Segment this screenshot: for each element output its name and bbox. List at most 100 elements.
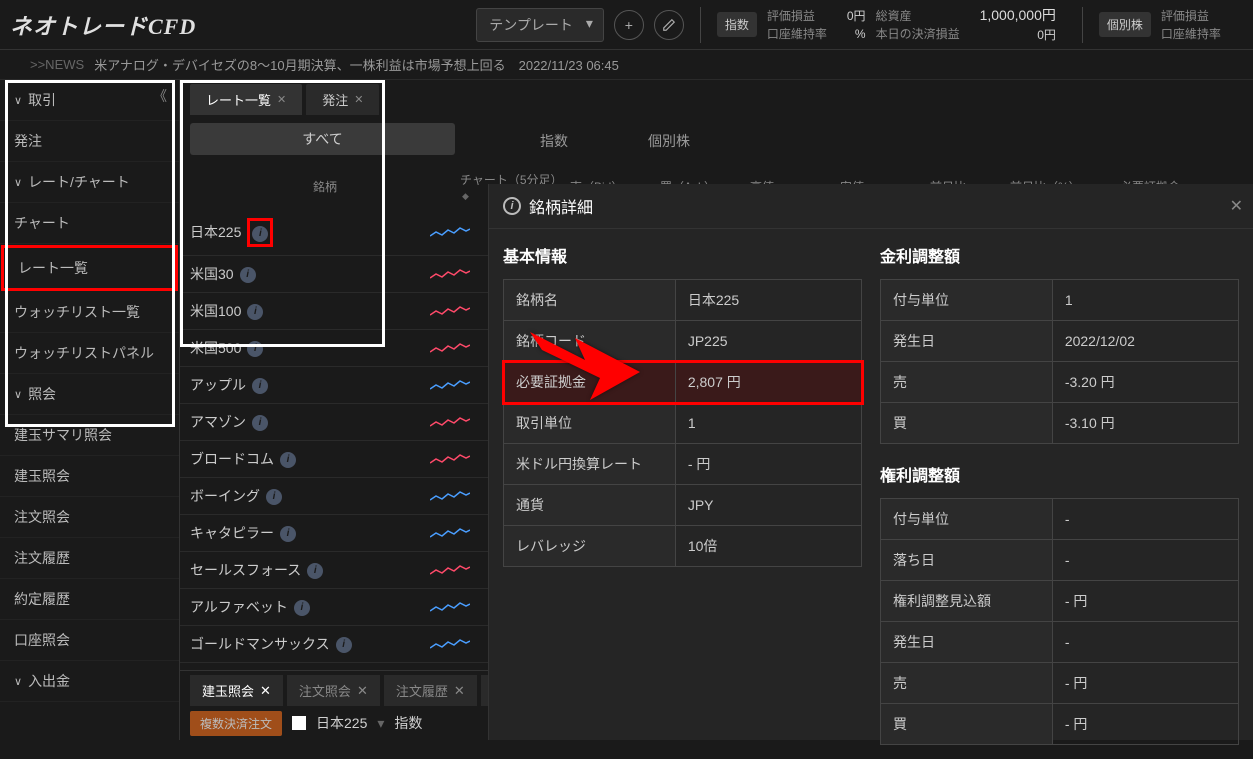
sparkline-icon: [430, 451, 470, 467]
sidebar-deposit[interactable]: ∨入出金: [0, 661, 179, 702]
chevron-down-icon: ∨: [14, 388, 22, 401]
stock-tag[interactable]: 個別株: [1099, 12, 1151, 37]
sidebar-pos-inq[interactable]: 建玉照会: [0, 456, 179, 497]
info-icon[interactable]: i: [252, 415, 268, 431]
symbol-detail-panel: i 銘柄詳細 ✕ 基本情報 銘柄名日本225銘柄コードJP225必要証拠金2,8…: [488, 184, 1253, 740]
filter-stock[interactable]: 個別株: [638, 127, 700, 155]
row-key: 落ち日: [881, 540, 1053, 581]
info-icon[interactable]: i: [240, 267, 256, 283]
sidebar-chart[interactable]: チャート: [0, 203, 179, 244]
close-icon[interactable]: ✕: [357, 683, 368, 699]
pl-label: 評価損益: [767, 7, 827, 25]
tab-order[interactable]: 発注✕: [306, 84, 379, 115]
table-row: 買-3.10 円: [881, 403, 1239, 444]
close-icon[interactable]: ✕: [1230, 196, 1243, 216]
add-button[interactable]: +: [614, 10, 644, 40]
sparkline-icon: [430, 562, 470, 578]
info-icon[interactable]: i: [266, 489, 282, 505]
tab-rate-list[interactable]: レート一覧✕: [190, 84, 302, 115]
row-value: 1: [1052, 280, 1238, 321]
row-key: 買: [881, 704, 1053, 745]
checkbox[interactable]: [292, 716, 306, 730]
sidebar-order[interactable]: 発注: [0, 121, 179, 162]
col-name[interactable]: 銘柄: [190, 178, 460, 195]
info-icon[interactable]: i: [280, 526, 296, 542]
close-icon[interactable]: ✕: [260, 683, 271, 699]
info-icon[interactable]: i: [294, 600, 310, 616]
sparkline-icon: [430, 599, 470, 615]
chevron-down-icon: ∨: [14, 675, 22, 688]
close-icon[interactable]: ✕: [454, 683, 465, 699]
close-icon[interactable]: ✕: [354, 93, 363, 106]
rights-heading: 権利調整額: [880, 462, 1239, 486]
annotation-arrow: [530, 320, 640, 403]
template-select[interactable]: テンプレート: [476, 8, 604, 42]
sort-icon: ◆: [462, 191, 469, 201]
row-value: 1: [675, 403, 861, 444]
row-value: JPY: [675, 485, 861, 526]
table-row: 発生日2022/12/02: [881, 321, 1239, 362]
row-key: 通貨: [504, 485, 676, 526]
sidebar-exec-hist[interactable]: 約定履歴: [0, 579, 179, 620]
info-icon[interactable]: i: [307, 563, 323, 579]
table-row: 落ち日-: [881, 540, 1239, 581]
rate-name-label: 米国500: [190, 338, 241, 358]
sidebar-rate-list[interactable]: レート一覧: [1, 245, 178, 291]
row-value: -3.20 円: [1052, 362, 1238, 403]
sidebar-inquiry[interactable]: ∨照会: [0, 374, 179, 415]
row-value: -: [1052, 540, 1238, 581]
info-icon[interactable]: i: [280, 452, 296, 468]
row-value: 10倍: [675, 526, 861, 567]
sidebar-order-hist[interactable]: 注文履歴: [0, 538, 179, 579]
rate-name-label: 米国30: [190, 264, 234, 284]
rights-table: 付与単位-落ち日-権利調整見込額- 円発生日-売- 円買- 円: [880, 498, 1239, 745]
table-row: 買- 円: [881, 704, 1239, 745]
row-value: - 円: [1052, 581, 1238, 622]
row-value: - 円: [1052, 663, 1238, 704]
info-icon[interactable]: i: [247, 304, 263, 320]
row-value: JP225: [675, 321, 861, 362]
sidebar: 《 ∨取引 発注 ∨レート/チャート チャート レート一覧 ウォッチリスト一覧 …: [0, 80, 180, 740]
rate-name-label: ブロードコム: [190, 449, 274, 469]
sidebar-watchpanel[interactable]: ウォッチリストパネル: [0, 333, 179, 374]
news-prefix: >>NEWS: [30, 57, 84, 72]
sidebar-rate-chart[interactable]: ∨レート/チャート: [0, 162, 179, 203]
filter-index[interactable]: 指数: [530, 127, 578, 155]
info-icon[interactable]: i: [252, 378, 268, 394]
row-value: - 円: [1052, 704, 1238, 745]
index-tag[interactable]: 指数: [717, 12, 757, 37]
info-icon[interactable]: i: [247, 341, 263, 357]
btab-pos-inq[interactable]: 建玉照会✕: [190, 675, 283, 706]
sidebar-watchlist[interactable]: ウォッチリスト一覧: [0, 292, 179, 333]
row-key: 付与単位: [881, 499, 1053, 540]
sparkline-icon: [430, 488, 470, 504]
rate-name-label: アップル: [190, 375, 246, 395]
info-icon[interactable]: i: [336, 637, 352, 653]
row-key: 銘柄名: [504, 280, 676, 321]
info-icon[interactable]: i: [252, 226, 268, 242]
row-key: 権利調整見込額: [881, 581, 1053, 622]
interest-heading: 金利調整額: [880, 243, 1239, 267]
sidebar-pos-summary[interactable]: 建玉サマリ照会: [0, 415, 179, 456]
sidebar-order-inq[interactable]: 注文照会: [0, 497, 179, 538]
row-value: 2022/12/02: [1052, 321, 1238, 362]
rate-name-label: 日本225: [190, 222, 241, 242]
table-row: 付与単位-: [881, 499, 1239, 540]
btab-order-hist[interactable]: 注文履歴✕: [384, 675, 477, 706]
btab-order-inq[interactable]: 注文照会✕: [287, 675, 380, 706]
maint-value: %: [855, 25, 866, 43]
bottom-type: 指数: [394, 713, 422, 733]
sparkline-icon: [430, 525, 470, 541]
filter-all[interactable]: すべて: [190, 123, 455, 155]
edit-button[interactable]: [654, 10, 684, 40]
sidebar-acct-inq[interactable]: 口座照会: [0, 620, 179, 661]
app-header: ネオトレードCFD テンプレート + 指数 評価損益 口座維持率 0円 % 総資…: [0, 0, 1253, 50]
rate-name-label: 米国100: [190, 301, 241, 321]
row-key: 売: [881, 362, 1053, 403]
settle-button[interactable]: 複数決済注文: [190, 711, 282, 736]
today-label: 本日の決済損益: [876, 25, 960, 43]
table-row: 米ドル円換算レート- 円: [504, 444, 862, 485]
row-key: 取引単位: [504, 403, 676, 444]
collapse-icon[interactable]: 《: [153, 86, 167, 106]
close-icon[interactable]: ✕: [277, 93, 286, 106]
